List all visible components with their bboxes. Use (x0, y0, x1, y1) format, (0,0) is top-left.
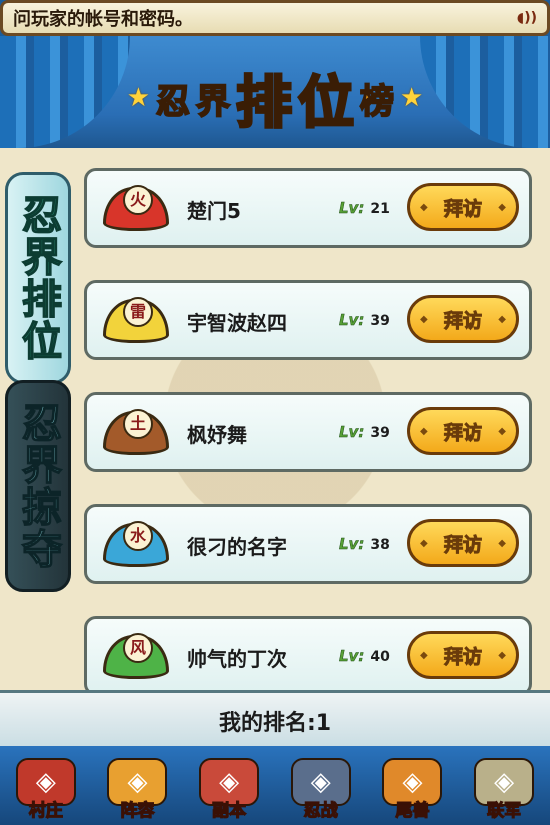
tab-ninja-plunder-label: 忍界掠夺 (14, 401, 62, 571)
player-name: 枫妤舞 (187, 423, 247, 447)
visit-button-label: 拜访 (443, 309, 482, 332)
nav-item-label: 副本 (212, 800, 247, 821)
ticker-text: 问玩家的帐号和密码。 (13, 9, 193, 30)
my-rank-bar: 我的排名:1 (0, 690, 550, 749)
element-badge-char: 雷 (123, 297, 153, 327)
player-row: 风 帅气的丁次 Lv: 40 拜访 (84, 616, 532, 696)
element-badge: 水 (103, 517, 169, 571)
player-level: Lv: 39 (339, 423, 390, 442)
system-message-ticker: 问玩家的帐号和密码。 ◖)) (0, 0, 550, 36)
player-level: Lv: 40 (339, 647, 390, 666)
nav-item-label: 村庄 (28, 800, 63, 821)
nav-item-label: 忍战 (303, 800, 338, 821)
star-icon: ★ (400, 83, 424, 113)
player-row: 火 楚门5 Lv: 21 拜访 (84, 168, 532, 248)
tab-ninja-plunder[interactable]: 忍界掠夺 (5, 380, 71, 592)
player-name: 宇智波赵四 (187, 311, 287, 335)
level-icon: Lv: (339, 535, 365, 554)
title-char-5: 榜 (359, 81, 395, 123)
nav-item[interactable]: ◈ 阵容 (96, 751, 178, 821)
nav-item[interactable]: ◈ 村庄 (5, 751, 87, 821)
element-badge: 火 (103, 181, 169, 235)
nav-item-label: 联军 (487, 800, 522, 821)
visit-button[interactable]: 拜访 (407, 183, 519, 231)
player-name: 帅气的丁次 (187, 647, 287, 671)
level-icon: Lv: (339, 311, 365, 330)
player-row: 土 枫妤舞 Lv: 39 拜访 (84, 392, 532, 472)
player-level: Lv: 38 (339, 535, 390, 554)
element-badge: 风 (103, 629, 169, 683)
visit-button-label: 拜访 (443, 533, 482, 556)
player-row: 水 很刁的名字 Lv: 38 拜访 (84, 504, 532, 584)
nav-item[interactable]: ◈ 尾兽 (371, 751, 453, 821)
visit-button[interactable]: 拜访 (407, 295, 519, 343)
element-badge: 雷 (103, 293, 169, 347)
title-char-4: 位 (297, 69, 356, 137)
visit-button[interactable]: 拜访 (407, 519, 519, 567)
star-icon: ★ (126, 83, 150, 113)
element-badge-char: 风 (123, 633, 153, 663)
title-char-3: 排 (235, 69, 294, 137)
player-level-value: 39 (370, 313, 390, 329)
my-rank-text: 我的排名:1 (218, 711, 332, 736)
nav-item-label: 阵容 (120, 800, 155, 821)
nav-item-label: 尾兽 (395, 800, 430, 821)
player-name: 很刁的名字 (187, 535, 287, 559)
element-badge-char: 土 (123, 409, 153, 439)
player-row: 雷 宇智波赵四 Lv: 39 拜访 (84, 280, 532, 360)
visit-button-label: 拜访 (443, 421, 482, 444)
ranking-panel: 忍界排位 忍界掠夺 火 楚门5 Lv: 21 拜访 雷 宇智波赵四 Lv: 39 拜… (0, 148, 550, 696)
player-level-value: 39 (370, 425, 390, 441)
title-stage: ★ 忍 界 排 位 榜 ★ (0, 36, 550, 148)
tab-ninja-ranking[interactable]: 忍界排位 (5, 172, 71, 384)
player-level: Lv: 39 (339, 311, 390, 330)
level-icon: Lv: (339, 199, 365, 218)
tab-ninja-ranking-label: 忍界排位 (14, 193, 62, 363)
player-level-value: 21 (370, 201, 390, 217)
visit-button[interactable]: 拜访 (407, 631, 519, 679)
title-char-1: 忍 (155, 81, 191, 123)
player-name: 楚门5 (187, 199, 241, 223)
page-title: ★ 忍 界 排 位 榜 ★ (100, 56, 450, 140)
element-badge-char: 火 (123, 185, 153, 215)
element-badge: 土 (103, 405, 169, 459)
speaker-icon: ◖)) (516, 10, 537, 26)
title-char-2: 界 (195, 81, 231, 123)
element-badge-char: 水 (123, 521, 153, 551)
visit-button-label: 拜访 (443, 645, 482, 668)
player-level: Lv: 21 (339, 199, 390, 218)
nav-item[interactable]: ◈ 忍战 (280, 751, 362, 821)
visit-button[interactable]: 拜访 (407, 407, 519, 455)
level-icon: Lv: (339, 647, 365, 666)
level-icon: Lv: (339, 423, 365, 442)
nav-item[interactable]: ◈ 联军 (463, 751, 545, 821)
player-level-value: 38 (370, 537, 390, 553)
visit-button-label: 拜访 (443, 197, 482, 220)
nav-item[interactable]: ◈ 副本 (188, 751, 270, 821)
player-level-value: 40 (370, 649, 390, 665)
bottom-nav: ◈ 村庄 ◈ 阵容 ◈ 副本 ◈ 忍战 ◈ 尾兽 ◈ 联军 (0, 746, 550, 825)
